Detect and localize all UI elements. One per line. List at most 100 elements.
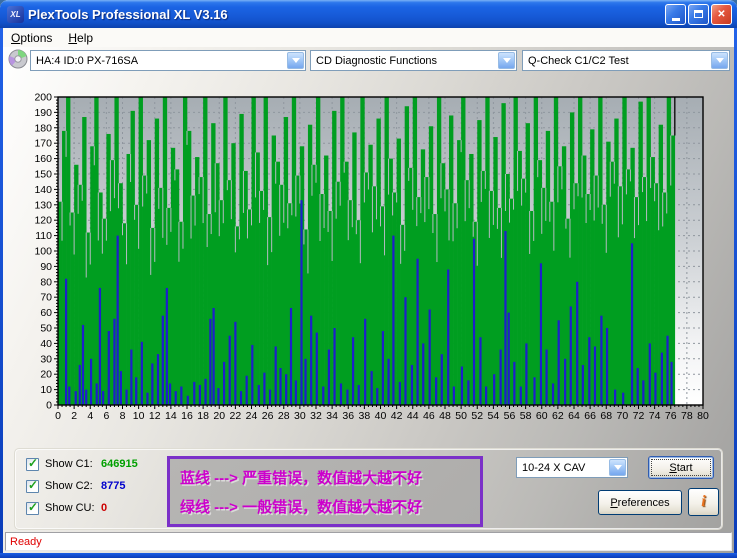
- window-title: PlexTools Professional XL V3.16: [28, 7, 663, 22]
- chevron-down-icon[interactable]: [498, 52, 515, 69]
- c2-count: 8775: [101, 480, 125, 492]
- speed-select[interactable]: 10-24 X CAV: [516, 457, 628, 478]
- close-icon: ✕: [717, 9, 725, 20]
- legend-note-box: 蓝线 ---> 严重错误，数值越大越不好 绿线 ---> 一般错误，数值越大越不…: [167, 456, 483, 527]
- preferences-button[interactable]: Preferences: [598, 490, 682, 515]
- svg-text:26: 26: [262, 410, 274, 422]
- svg-text:16: 16: [181, 410, 193, 422]
- minimize-button[interactable]: [665, 4, 686, 25]
- svg-text:170: 170: [34, 138, 52, 150]
- maximize-button[interactable]: [688, 4, 709, 25]
- svg-text:8: 8: [120, 410, 126, 422]
- close-button[interactable]: ✕: [711, 4, 732, 25]
- svg-text:120: 120: [34, 215, 52, 227]
- svg-text:64: 64: [568, 410, 580, 422]
- svg-text:60: 60: [40, 307, 52, 319]
- svg-text:30: 30: [40, 353, 52, 365]
- c1-count: 646915: [101, 458, 138, 470]
- chevron-down-icon[interactable]: [711, 52, 728, 69]
- show-c1-label: Show C1:: [45, 458, 101, 470]
- svg-text:100: 100: [34, 246, 52, 258]
- svg-text:74: 74: [649, 410, 661, 422]
- info-icon: i: [701, 493, 705, 511]
- show-c1-checkbox[interactable]: ✓: [26, 458, 39, 471]
- svg-text:80: 80: [697, 410, 709, 422]
- svg-text:28: 28: [278, 410, 290, 422]
- svg-text:14: 14: [165, 410, 177, 422]
- svg-text:22: 22: [230, 410, 242, 422]
- test-select[interactable]: Q-Check C1/C2 Test: [522, 50, 730, 71]
- svg-text:40: 40: [375, 410, 387, 422]
- menu-options[interactable]: Options: [3, 29, 60, 47]
- svg-text:140: 140: [34, 184, 52, 196]
- svg-text:62: 62: [552, 410, 564, 422]
- svg-text:18: 18: [197, 410, 209, 422]
- check-icon: ✓: [28, 478, 38, 492]
- toolbar: HA:4 ID:0 PX-716SA CD Diagnostic Functio…: [3, 47, 734, 73]
- start-button[interactable]: Start: [648, 456, 714, 479]
- svg-text:190: 190: [34, 107, 52, 119]
- svg-text:50: 50: [40, 323, 52, 335]
- svg-text:90: 90: [40, 261, 52, 273]
- svg-text:70: 70: [40, 292, 52, 304]
- svg-text:58: 58: [520, 410, 532, 422]
- function-group-select[interactable]: CD Diagnostic Functions: [310, 50, 517, 71]
- app-window: XL PlexTools Professional XL V3.16 ✕ Opt…: [0, 0, 737, 558]
- svg-text:56: 56: [504, 410, 516, 422]
- error-rate-chart: 0246810121416182022242628303234363840424…: [28, 86, 712, 428]
- svg-text:0: 0: [46, 400, 52, 412]
- svg-text:40: 40: [40, 338, 52, 350]
- svg-text:24: 24: [246, 410, 258, 422]
- svg-text:0: 0: [55, 410, 61, 422]
- maximize-icon: [694, 10, 703, 18]
- window-border-bottom: [0, 553, 737, 558]
- svg-text:6: 6: [103, 410, 109, 422]
- svg-text:130: 130: [34, 199, 52, 211]
- legend-line-green: 绿线 ---> 一般错误，数值越大越不好: [180, 496, 470, 517]
- chevron-down-icon[interactable]: [609, 459, 626, 476]
- svg-text:4: 4: [87, 410, 93, 422]
- legend-line-blue: 蓝线 ---> 严重错误，数值越大越不好: [180, 467, 470, 488]
- show-cu-label: Show CU:: [45, 502, 101, 514]
- svg-text:180: 180: [34, 122, 52, 134]
- svg-text:32: 32: [310, 410, 322, 422]
- svg-text:68: 68: [600, 410, 612, 422]
- show-cu-row: ✓ Show CU: 0: [26, 500, 107, 516]
- status-text: Ready: [10, 536, 42, 548]
- show-c1-row: ✓ Show C1: 646915: [26, 456, 138, 472]
- svg-text:80: 80: [40, 276, 52, 288]
- svg-text:34: 34: [326, 410, 338, 422]
- svg-text:10: 10: [133, 410, 145, 422]
- titlebar: XL PlexTools Professional XL V3.16 ✕: [0, 0, 737, 28]
- svg-text:150: 150: [34, 169, 52, 181]
- svg-text:72: 72: [633, 410, 645, 422]
- menu-help[interactable]: Help: [60, 29, 101, 47]
- statusbar: Ready: [5, 532, 732, 551]
- show-c2-checkbox[interactable]: ✓: [26, 480, 39, 493]
- svg-text:78: 78: [681, 410, 693, 422]
- check-icon: ✓: [28, 500, 38, 514]
- cu-count: 0: [101, 502, 107, 514]
- show-c2-label: Show C2:: [45, 480, 101, 492]
- drive-select[interactable]: HA:4 ID:0 PX-716SA: [30, 50, 306, 71]
- svg-text:10: 10: [40, 384, 52, 396]
- svg-text:70: 70: [617, 410, 629, 422]
- svg-text:200: 200: [34, 92, 52, 104]
- cd-disc-icon: [8, 49, 28, 69]
- svg-text:60: 60: [536, 410, 548, 422]
- chevron-down-icon[interactable]: [287, 52, 304, 69]
- svg-text:38: 38: [359, 410, 371, 422]
- check-icon: ✓: [28, 456, 38, 470]
- info-button[interactable]: i: [688, 488, 719, 516]
- svg-text:52: 52: [471, 410, 483, 422]
- svg-text:50: 50: [455, 410, 467, 422]
- svg-text:30: 30: [294, 410, 306, 422]
- svg-text:20: 20: [40, 369, 52, 381]
- svg-text:160: 160: [34, 153, 52, 165]
- menubar: Options Help: [3, 28, 734, 47]
- svg-text:54: 54: [488, 410, 500, 422]
- show-cu-checkbox[interactable]: ✓: [26, 502, 39, 515]
- svg-text:46: 46: [423, 410, 435, 422]
- svg-text:12: 12: [149, 410, 161, 422]
- svg-text:66: 66: [584, 410, 596, 422]
